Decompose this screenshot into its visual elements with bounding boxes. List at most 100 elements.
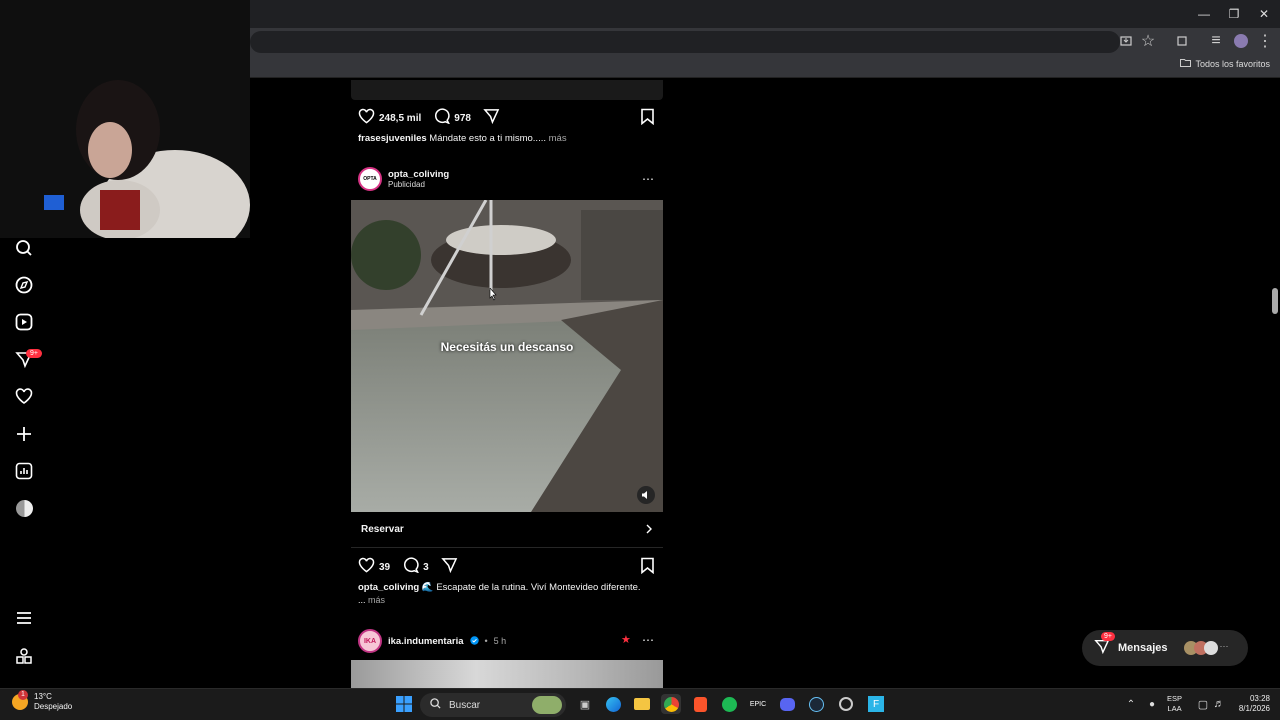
folder-icon bbox=[1180, 58, 1192, 69]
webcam-overlay bbox=[0, 0, 250, 238]
caption-text: 🌊 Escapate de la rutina. Viví Montevideo… bbox=[421, 582, 641, 593]
heart-icon[interactable] bbox=[14, 386, 34, 406]
caption-more-link[interactable]: más bbox=[549, 133, 567, 144]
messages-badge: 9+ bbox=[1101, 631, 1115, 641]
post-options-icon[interactable]: ⋯ bbox=[642, 633, 654, 647]
all-bookmarks-folder[interactable]: Todos los favoritos bbox=[1180, 58, 1270, 69]
next-post-header: IKA ika.indumentaria • 5 h bbox=[358, 629, 506, 653]
create-plus-icon[interactable] bbox=[14, 424, 34, 444]
caption-ellipsis: ... bbox=[358, 595, 366, 605]
like-heart-icon[interactable] bbox=[358, 557, 375, 578]
task-view-icon[interactable]: ▣ bbox=[575, 694, 595, 714]
messages-button[interactable]: 9+ Mensajes ⋯ bbox=[1082, 630, 1248, 666]
lang-top: ESP bbox=[1167, 694, 1183, 703]
explore-icon[interactable] bbox=[14, 275, 34, 295]
favorite-star-icon: ★ bbox=[621, 634, 631, 646]
lang-bottom: LAA bbox=[1167, 704, 1182, 713]
ad-post-actions: 39 3 bbox=[358, 557, 458, 578]
clock-date: 8/1/2026 bbox=[1238, 704, 1270, 713]
reels-icon[interactable] bbox=[14, 312, 34, 332]
comment-count: 978 bbox=[454, 113, 471, 124]
moon-weather-icon: 1 bbox=[12, 690, 28, 710]
dashboard-icon[interactable] bbox=[14, 461, 34, 481]
comment-icon[interactable] bbox=[433, 108, 451, 129]
chrome-icon[interactable] bbox=[661, 694, 681, 714]
edge-icon[interactable] bbox=[603, 694, 623, 714]
extensions-icon[interactable] bbox=[1174, 33, 1190, 49]
search-placeholder: Buscar bbox=[449, 699, 481, 711]
install-app-icon[interactable] bbox=[1118, 33, 1134, 49]
caption-text: Mándate esto a ti mismo..... bbox=[429, 133, 546, 144]
settings-app-icon[interactable] bbox=[836, 694, 856, 714]
save-bookmark-icon[interactable] bbox=[640, 108, 655, 130]
next-post-time: 5 h bbox=[493, 636, 507, 646]
epic-games-icon[interactable]: EPIC bbox=[748, 694, 768, 714]
previous-post-actions: 248,5 mil 978 bbox=[358, 108, 500, 129]
mouse-cursor-icon bbox=[488, 287, 498, 307]
clock[interactable]: 03:28 8/1/2026 bbox=[1232, 694, 1270, 714]
clock-time: 03:28 bbox=[1249, 694, 1270, 703]
save-bookmark-icon[interactable] bbox=[640, 557, 655, 579]
mute-audio-icon[interactable] bbox=[637, 486, 655, 504]
video-overlay-text: Necesitás un descanso bbox=[440, 340, 574, 354]
spotify-icon[interactable] bbox=[719, 694, 739, 714]
like-heart-icon[interactable] bbox=[358, 108, 375, 129]
discord-icon[interactable] bbox=[777, 694, 797, 714]
reservar-cta-button[interactable]: Reservar bbox=[351, 512, 663, 548]
weather-widget[interactable]: 1 13°C Despejado bbox=[12, 690, 73, 712]
steam-icon[interactable] bbox=[806, 694, 826, 714]
taskbar-search[interactable]: Buscar bbox=[420, 693, 566, 717]
caption-username[interactable]: frasesjuveniles bbox=[358, 133, 427, 144]
cta-label: Reservar bbox=[361, 524, 404, 535]
like-count: 248,5 mil bbox=[379, 113, 422, 124]
search-highlight-icon bbox=[532, 696, 562, 714]
ad-post-header: OPTA opta_coliving Publicidad bbox=[358, 167, 449, 191]
volume-icon[interactable]: ♬ bbox=[1209, 694, 1229, 714]
bookmark-star-icon[interactable]: ☆ bbox=[1140, 33, 1156, 50]
opta-coliving-avatar[interactable]: OPTA bbox=[358, 167, 382, 191]
share-icon[interactable] bbox=[483, 108, 500, 129]
weather-temp: 13°C bbox=[34, 692, 52, 701]
messages-icon: 9+ bbox=[1094, 631, 1115, 659]
all-bookmarks-label: Todos los favoritos bbox=[1195, 58, 1270, 69]
weather-desc: Despejado bbox=[34, 702, 73, 711]
previous-post-media-bottom bbox=[351, 80, 663, 100]
post-options-icon[interactable]: ⋯ bbox=[642, 172, 654, 186]
microphone-icon[interactable]: ● bbox=[1142, 694, 1162, 714]
file-explorer-icon[interactable] bbox=[632, 694, 652, 714]
media-control-icon[interactable]: ≡ bbox=[1208, 32, 1224, 49]
verified-badge-icon bbox=[469, 632, 479, 650]
messages-label: Mensajes bbox=[1118, 642, 1168, 654]
tray-chevron-up-icon[interactable]: ⌃ bbox=[1121, 694, 1141, 714]
language-indicator[interactable]: ESP LAA bbox=[1167, 694, 1182, 714]
search-icon bbox=[430, 698, 441, 712]
next-post-username[interactable]: ika.indumentaria bbox=[388, 636, 464, 647]
ika-avatar[interactable]: IKA bbox=[358, 629, 382, 653]
also-from-meta-icon[interactable] bbox=[14, 646, 34, 666]
sponsored-label: Publicidad bbox=[388, 180, 425, 189]
caption-username[interactable]: opta_coliving bbox=[358, 582, 419, 593]
pinned-app-icon[interactable]: F bbox=[866, 694, 886, 714]
address-bar[interactable] bbox=[250, 31, 1120, 53]
browser-menu-icon[interactable]: ⋮ bbox=[1257, 33, 1273, 50]
profile-avatar-icon[interactable] bbox=[1233, 33, 1249, 49]
previous-post-caption: frasesjuveniles Mándate esto a ti mismo.… bbox=[358, 133, 567, 144]
close-window-icon[interactable]: ✕ bbox=[1248, 0, 1280, 28]
ad-video[interactable]: Necesitás un descanso bbox=[351, 200, 663, 512]
notifications-badge: 9+ bbox=[26, 349, 42, 358]
profile-icon[interactable] bbox=[14, 498, 34, 518]
chevron-right-icon bbox=[645, 521, 653, 539]
share-icon[interactable] bbox=[440, 557, 458, 578]
more-menu-icon[interactable] bbox=[14, 608, 34, 628]
windows-start-icon[interactable] bbox=[394, 694, 414, 714]
next-post-media[interactable] bbox=[351, 660, 663, 688]
restore-icon[interactable]: ❐ bbox=[1218, 0, 1250, 28]
caption-more-link[interactable]: más bbox=[368, 595, 385, 605]
ad-post-username[interactable]: opta_coliving bbox=[388, 169, 449, 180]
brave-icon[interactable] bbox=[690, 694, 710, 714]
search-icon[interactable] bbox=[14, 238, 34, 258]
messages-avatars: ⋯ bbox=[1183, 641, 1229, 655]
comment-icon[interactable] bbox=[402, 557, 420, 578]
page-scrollbar[interactable] bbox=[1268, 80, 1280, 688]
minimize-icon[interactable]: — bbox=[1188, 0, 1220, 28]
